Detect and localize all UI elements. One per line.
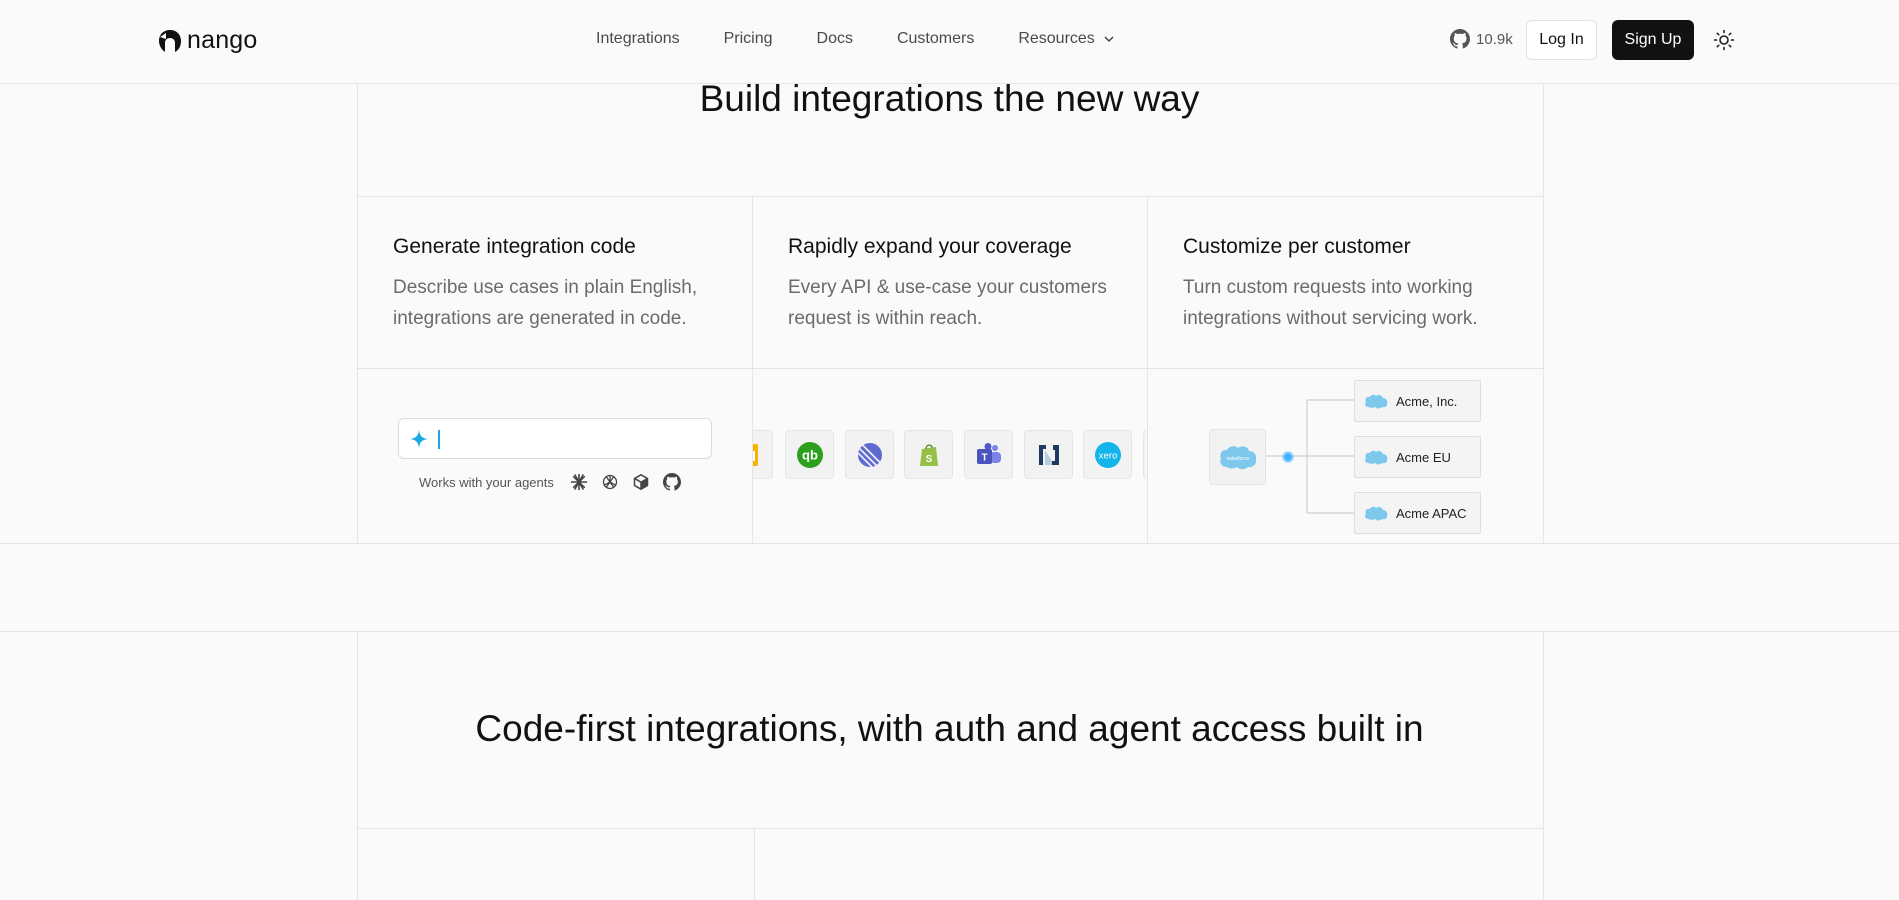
integration-tile [1143,430,1146,479]
agents-label: Works with your agents [419,474,554,490]
nav-customers[interactable]: Customers [897,30,974,48]
signup-button[interactable]: Sign Up [1612,20,1694,60]
section-title: Build integrations the new way [699,78,1200,119]
site-header: nango Integrations Pricing Docs Customer… [0,0,1899,84]
salesforce-icon [1365,506,1388,521]
connector-lines [1266,399,1354,514]
nav-pricing[interactable]: Pricing [724,30,773,48]
svg-text:xero: xero [1098,450,1116,461]
svg-text:salesforce: salesforce [1226,456,1249,462]
microsoft-teams-icon: T [976,442,1001,464]
microsoft-teams-tile: T [964,430,1013,479]
customer-name: Acme EU [1396,449,1451,465]
nango-logo[interactable]: nango [157,26,258,55]
frame-left-border [357,631,358,900]
nav-integrations[interactable]: Integrations [596,30,680,48]
section-divider [0,543,1899,544]
sparkle-icon [410,430,428,448]
column-description: Turn custom requests into working integr… [1183,277,1478,329]
column-divider [1147,196,1148,543]
salesforce-icon [1365,450,1388,465]
svg-text:T: T [981,452,987,463]
sync-indicator-dot [1282,451,1294,463]
salesforce-node: salesforce [1209,429,1266,485]
column-title: Rapidly expand your coverage [788,235,1072,258]
customer-name: Acme APAC [1396,505,1467,521]
column-divider [754,828,755,900]
netsuite-icon [1038,444,1059,465]
nav-resources-label: Resources [1018,30,1095,47]
nav-docs[interactable]: Docs [817,30,853,48]
customer-node: Acme EU [1354,436,1481,478]
section-divider [0,631,1899,632]
github-icon [1450,29,1470,49]
frame-right-border [1543,631,1544,900]
sun-icon[interactable] [1713,29,1735,51]
github-icon[interactable] [662,473,681,491]
linear-tile [845,430,894,479]
openai-icon[interactable] [601,473,619,491]
google-sheets-icon [753,443,758,466]
main-nav: Integrations Pricing Docs Customers Reso… [596,30,1115,48]
customer-node: Acme APAC [1354,492,1481,534]
xero-icon: xero [1094,441,1121,468]
svg-text:S: S [925,454,932,465]
claude-icon[interactable] [570,473,588,491]
frame-left-border [357,84,358,543]
logo-text: nango [187,26,258,54]
nango-logo-icon [159,29,181,52]
column-title: Customize per customer [1183,235,1411,258]
salesforce-icon [1365,394,1388,409]
shopify-icon: S [919,443,938,466]
chevron-down-icon [1104,36,1114,43]
google-sheets-tile [753,430,773,479]
github-stars-count: 10.9k [1476,30,1513,48]
nav-resources[interactable]: Resources [1018,30,1114,48]
integration-logos: qb S T xero [753,367,1146,541]
salesforce-icon: salesforce [1219,446,1256,470]
login-button[interactable]: Log In [1526,20,1597,60]
section-title: Code-first integrations, with auth and a… [475,708,1424,749]
xero-tile: xero [1083,430,1132,479]
github-stars-link[interactable]: 10.9k [1450,29,1513,49]
customer-name: Acme, Inc. [1396,393,1458,409]
customer-node: Acme, Inc. [1354,380,1481,422]
netsuite-tile [1024,430,1073,479]
agents-row: Works with your agents [419,473,681,491]
section-divider [357,196,1544,197]
shopify-tile: S [904,430,953,479]
column-title: Generate integration code [393,235,636,258]
linear-icon [856,442,882,468]
text-caret [438,430,440,449]
prompt-input[interactable] [398,418,712,459]
svg-text:qb: qb [802,447,818,462]
cube-icon[interactable] [632,473,650,491]
quickbooks-icon: qb [796,441,823,468]
frame-right-border [1543,84,1544,543]
section-divider [357,828,1544,829]
quickbooks-tile: qb [785,430,834,479]
column-description: Every API & use-case your customers requ… [788,277,1107,329]
column-description: Describe use cases in plain English, int… [393,277,698,329]
